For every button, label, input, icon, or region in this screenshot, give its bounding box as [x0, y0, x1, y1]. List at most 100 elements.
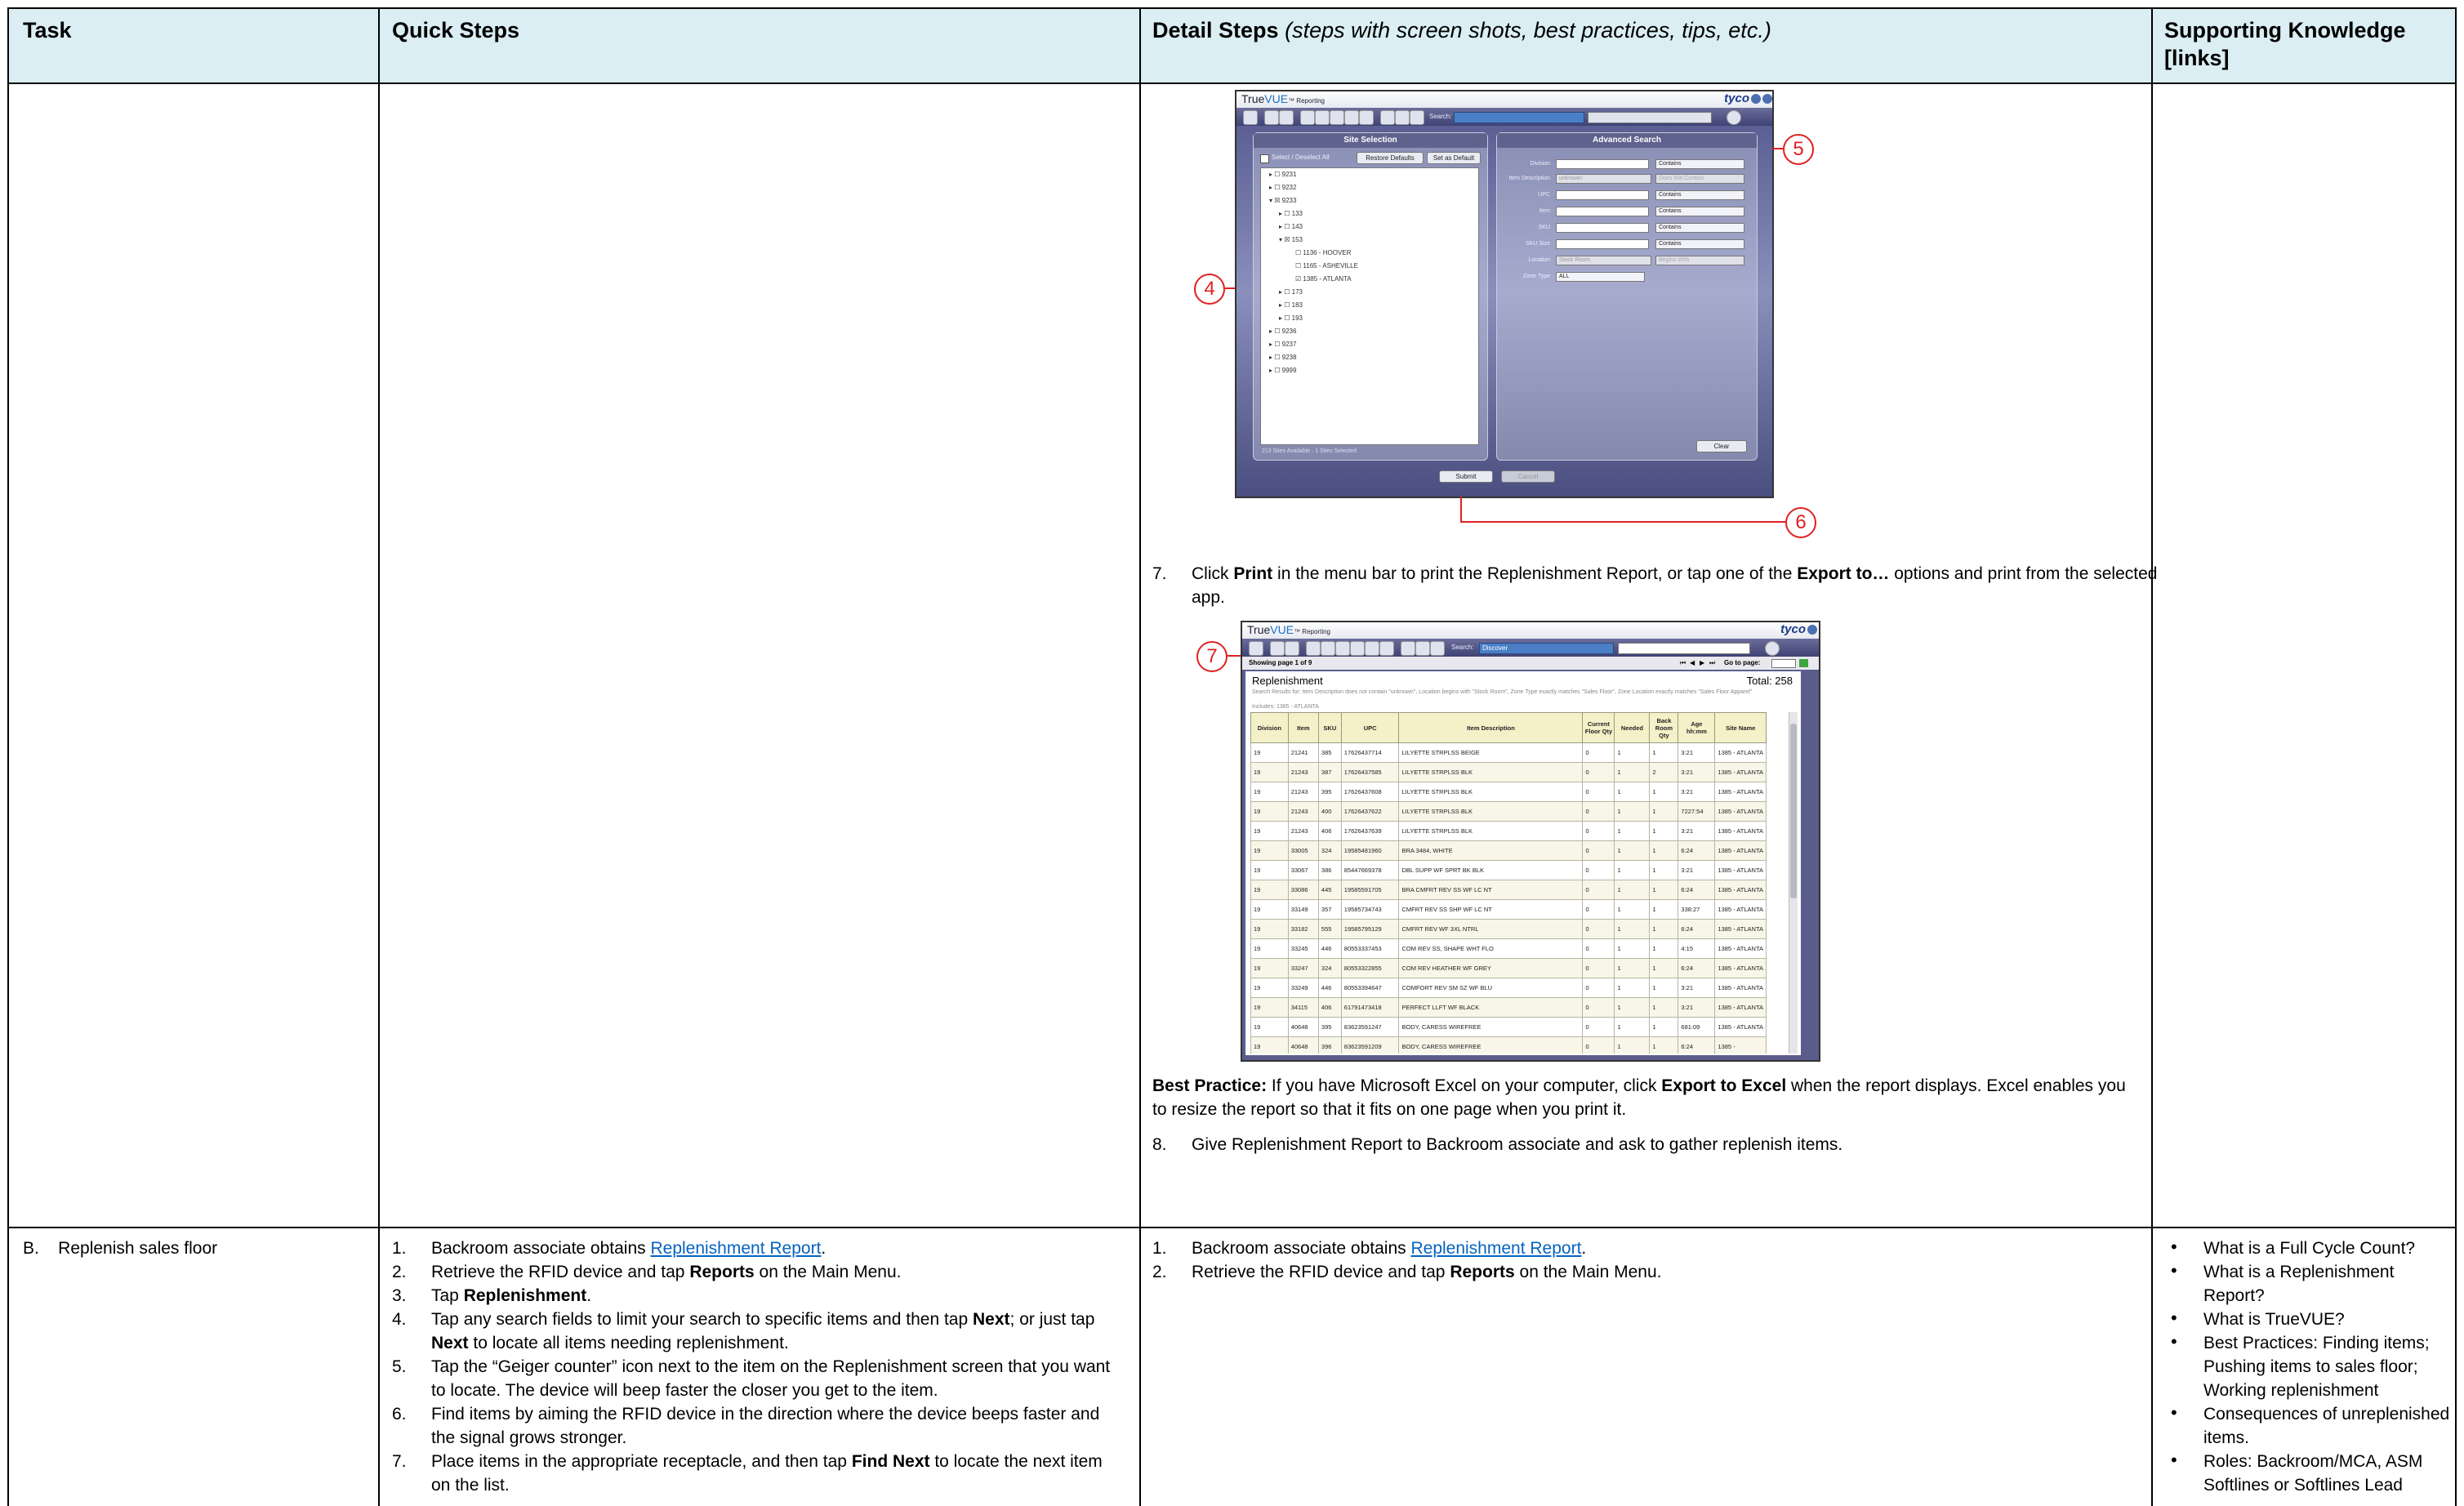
zone-type-select[interactable]: ALL — [1556, 272, 1645, 282]
col-site-name[interactable]: Site Name — [1714, 712, 1767, 743]
table-row[interactable]: 19 21243 406 17626437639 LILYETTE STRPLSS BL… — [1250, 821, 1767, 841]
print-icon[interactable] — [1306, 641, 1321, 656]
col-sku[interactable]: SKU — [1317, 712, 1342, 743]
item-description-input[interactable]: unknown — [1556, 174, 1651, 184]
item-input[interactable] — [1556, 207, 1649, 216]
goto-page-input[interactable] — [1771, 659, 1796, 668]
set-as-default-button[interactable]: Set as Default — [1427, 152, 1481, 164]
knowledge-item[interactable]: • Consequences of unreplenished items. — [2164, 1402, 2450, 1450]
table-row[interactable]: 19 33245 446 80553337453 COM REV SS, SHAPE W… — [1250, 938, 1767, 959]
knowledge-item[interactable]: • What is TrueVUE? — [2164, 1308, 2450, 1331]
item-description-match-select[interactable]: Does Not Contain — [1655, 174, 1744, 184]
chart-icon[interactable] — [1401, 641, 1415, 656]
table-row[interactable]: 19 21243 387 17626437585 LILYETTE STRPLSS BL… — [1250, 762, 1767, 782]
item-match-select[interactable]: Contains — [1655, 207, 1744, 216]
replenishment-report-link[interactable]: Replenishment Report — [650, 1239, 821, 1258]
tree-node[interactable]: ▸ ☐ 143 — [1261, 221, 1478, 234]
export-pdf-icon[interactable] — [1315, 110, 1330, 125]
table-row[interactable]: 19 33249 446 80553394647 COMFORT REV SM SZ W… — [1250, 978, 1767, 998]
tree-node[interactable]: ▸ ☐ 9238 — [1261, 351, 1478, 364]
back-icon[interactable] — [1264, 110, 1279, 125]
col-item-description[interactable]: Item Description — [1398, 712, 1584, 743]
col-item[interactable]: Item — [1287, 712, 1319, 743]
search-go-icon[interactable] — [1727, 110, 1741, 125]
tree-node[interactable]: ☐ 1165 - ASHEVILLE — [1261, 260, 1478, 273]
home-icon[interactable] — [1243, 110, 1258, 125]
search-category-select[interactable] — [1454, 112, 1584, 123]
next-page-icon[interactable]: ▶ — [1700, 657, 1704, 670]
sku-size-select[interactable] — [1556, 239, 1649, 249]
goto-page-button[interactable] — [1799, 659, 1808, 667]
upc-input[interactable] — [1556, 190, 1649, 200]
table-row[interactable]: 19 21243 400 17626437622 LILYETTE STRPLSS BL… — [1250, 801, 1767, 822]
help-icon[interactable] — [1762, 94, 1772, 104]
clear-button[interactable]: Clear — [1696, 440, 1747, 452]
chart-icon[interactable] — [1380, 110, 1395, 125]
tree-node[interactable]: ▸ ☐ 173 — [1261, 286, 1478, 299]
knowledge-item[interactable]: • Best Practices: Finding items; Pushing … — [2164, 1331, 2450, 1402]
forward-icon[interactable] — [1279, 110, 1294, 125]
submit-button[interactable]: Submit — [1439, 470, 1493, 483]
user-icon[interactable] — [1430, 641, 1445, 656]
tree-node[interactable]: ▾ ☒ 9233 — [1261, 194, 1478, 207]
knowledge-item[interactable]: • What is a Full Cycle Count? — [2164, 1236, 2450, 1260]
forward-icon[interactable] — [1285, 641, 1299, 656]
table-row[interactable]: 19 34115 406 61791473418 PERFECT LLFT WF BLA… — [1250, 997, 1767, 1018]
tree-node[interactable]: ▸ ☐ 133 — [1261, 207, 1478, 221]
table-row[interactable]: 19 33067 386 85447669378 DBL SUPP WF SPRT BK… — [1250, 860, 1767, 880]
table-row[interactable]: 19 21241 385 17626437714 LILYETTE STRPLSS BE… — [1250, 742, 1767, 763]
knowledge-item[interactable]: • What is a Replenishment Report? — [2164, 1260, 2450, 1308]
tree-node[interactable]: ▸ ☐ 9999 — [1261, 364, 1478, 377]
sku-size-match-select[interactable]: Contains — [1655, 239, 1744, 249]
export-pdf-icon[interactable] — [1321, 641, 1335, 656]
tree-node[interactable]: ☐ 1136 - HOOVER — [1261, 247, 1478, 260]
scrollbar-thumb[interactable] — [1790, 724, 1797, 898]
location-select[interactable]: Stock Room — [1556, 256, 1651, 265]
export-word-icon[interactable] — [1344, 110, 1359, 125]
upc-match-select[interactable]: Contains — [1655, 190, 1744, 200]
export-xml-icon[interactable] — [1379, 641, 1394, 656]
table-row[interactable]: 19 40648 396 83623591209 BODY, CARESS WIREFR… — [1250, 1036, 1767, 1054]
export-excel-icon[interactable] — [1330, 110, 1344, 125]
back-icon[interactable] — [1270, 641, 1285, 656]
table-row[interactable]: 19 33086 445 19585591705 BRA CMFRT REV SS WF… — [1250, 880, 1767, 900]
replenishment-report-link[interactable]: Replenishment Report — [1410, 1239, 1581, 1258]
restore-defaults-button[interactable]: Restore Defaults — [1357, 152, 1424, 164]
search-category-select[interactable]: Discover — [1479, 643, 1614, 654]
table-row[interactable]: 19 33247 324 80553322855 COM REV HEATHER WF … — [1250, 958, 1767, 978]
tree-node[interactable]: ▸ ☐ 183 — [1261, 299, 1478, 312]
col-back-room-qty[interactable]: Back Room Qty — [1649, 712, 1679, 743]
tree-node[interactable]: ☑ 1385 - ATLANTA — [1261, 273, 1478, 286]
search-input[interactable] — [1588, 112, 1712, 123]
report-scrollbar[interactable] — [1789, 712, 1798, 1054]
table-row[interactable]: 19 21243 395 17626437608 LILYETTE STRPLSS BL… — [1250, 782, 1767, 802]
division-match-select[interactable]: Contains — [1655, 159, 1744, 169]
tree-node[interactable]: ▸ ☐ 9237 — [1261, 338, 1478, 351]
cancel-button[interactable]: Cancel — [1501, 470, 1555, 483]
user-icon[interactable] — [1410, 110, 1424, 125]
location-match-select[interactable]: Begins With — [1655, 256, 1744, 265]
tree-node[interactable]: ▸ ☐ 9232 — [1261, 181, 1478, 194]
knowledge-item[interactable]: • Roles: Backroom/MCA, ASM Softlines or S… — [2164, 1450, 2450, 1497]
table-row[interactable]: 19 40648 395 83623591247 BODY, CARESS WIREFR… — [1250, 1017, 1767, 1037]
print-icon[interactable] — [1300, 110, 1315, 125]
col-needed[interactable]: Needed — [1614, 712, 1651, 743]
col-current-floor-qty[interactable]: Current Floor Qty — [1582, 712, 1615, 743]
table-row[interactable]: 19 33149 357 19585734743 CMFRT REV SS SHP WF… — [1250, 899, 1767, 920]
sku-match-select[interactable]: Contains — [1655, 223, 1744, 233]
sku-input[interactable] — [1556, 223, 1649, 233]
home-icon[interactable] — [1249, 641, 1263, 656]
export-csv-icon[interactable] — [1359, 110, 1374, 125]
search-input[interactable] — [1618, 643, 1750, 654]
select-all-checkbox[interactable] — [1260, 154, 1269, 163]
help-icon[interactable] — [1807, 625, 1817, 635]
col-upc[interactable]: UPC — [1340, 712, 1400, 743]
settings-icon[interactable] — [1395, 110, 1410, 125]
export-csv-icon[interactable] — [1365, 641, 1379, 656]
table-row[interactable]: 19 33005 324 19585481960 BRA 3484, WHITE 0 1 1 6… — [1250, 840, 1767, 861]
settings-icon[interactable] — [1415, 641, 1430, 656]
tree-node[interactable]: ▸ ☐ 193 — [1261, 312, 1478, 325]
tree-node[interactable]: ▸ ☐ 9231 — [1261, 168, 1478, 181]
prev-page-icon[interactable]: ◀ — [1690, 657, 1695, 670]
col-age[interactable]: Age hh:mm — [1678, 712, 1716, 743]
